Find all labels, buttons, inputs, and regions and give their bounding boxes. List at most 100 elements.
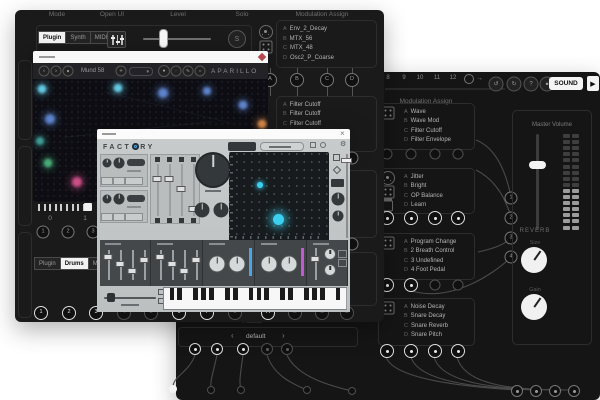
mini-fader-handle[interactable] <box>128 268 137 274</box>
fader-mute-button[interactable] <box>167 157 172 162</box>
channel-number[interactable]: 8 <box>386 75 389 81</box>
settings-icon[interactable]: ○ <box>195 66 206 77</box>
mini-fader-handle[interactable] <box>192 257 201 263</box>
channel-number[interactable]: 11 <box>434 75 440 81</box>
fader-track[interactable] <box>169 164 171 216</box>
fader-track[interactable] <box>157 164 159 216</box>
patch-port[interactable] <box>451 211 465 225</box>
fader-step-button[interactable] <box>155 218 160 223</box>
mini-fader-track[interactable] <box>196 250 198 280</box>
sound-button[interactable]: SOUND <box>549 77 583 90</box>
piano-keyboard[interactable] <box>163 287 347 310</box>
patch-port[interactable] <box>428 211 442 225</box>
module-knob-small[interactable] <box>103 159 112 168</box>
level-slider-track[interactable] <box>143 38 211 40</box>
patch-port[interactable] <box>451 344 465 358</box>
small-knob-1[interactable] <box>195 203 210 218</box>
black-key[interactable] <box>170 288 175 300</box>
env-knob-a[interactable] <box>209 256 226 273</box>
module-readout[interactable] <box>101 177 113 185</box>
add-icon[interactable]: + <box>116 66 127 77</box>
patch-port[interactable]: 2 <box>62 226 75 239</box>
mod-slot[interactable]: C3 Undefined <box>404 258 443 264</box>
mod-slot[interactable]: AProgram Change <box>404 239 456 245</box>
black-key[interactable] <box>280 288 285 300</box>
patch-port[interactable] <box>211 343 223 355</box>
out-fader-track[interactable] <box>315 248 317 280</box>
matrix-fader-handle[interactable] <box>341 158 352 163</box>
tab-plugin[interactable]: Plugin <box>38 31 65 44</box>
module-readout[interactable] <box>125 177 143 185</box>
solo-button[interactable]: S <box>228 30 246 48</box>
patch-port[interactable] <box>303 386 311 394</box>
out-toggle[interactable] <box>338 259 347 267</box>
mod-slot[interactable]: D4 Foot Pedal <box>404 267 445 273</box>
black-key[interactable] <box>257 288 262 300</box>
mod-slot[interactable]: BFilter Cutoff <box>283 111 321 117</box>
module-pill-button[interactable] <box>127 195 145 202</box>
module-readout[interactable] <box>113 177 125 185</box>
matrix-fader-track[interactable] <box>346 154 348 238</box>
channel-number[interactable]: 9 <box>402 75 405 81</box>
out-knob-2[interactable] <box>324 264 336 276</box>
module-knob[interactable] <box>114 194 125 205</box>
patch-port[interactable] <box>511 385 523 397</box>
module-knob-small[interactable] <box>103 195 112 204</box>
fader-mute-button[interactable] <box>191 157 196 162</box>
patch-port[interactable] <box>430 280 441 291</box>
black-key[interactable] <box>233 288 238 300</box>
patch-port[interactable] <box>530 385 542 397</box>
preset-prev-button[interactable]: ‹ <box>231 331 234 340</box>
black-key[interactable] <box>336 288 341 300</box>
edit-icon[interactable]: ✎ <box>183 66 194 77</box>
fader-mute-button[interactable] <box>155 157 160 162</box>
mod-slot[interactable]: AWave <box>404 109 426 115</box>
tab-plugin[interactable]: Plugin <box>34 257 60 270</box>
black-key[interactable] <box>288 288 293 300</box>
mod-slot[interactable]: AFilter Cutoff <box>283 102 321 108</box>
master-volume-slider-handle[interactable] <box>529 161 546 169</box>
patch-port[interactable]: D <box>345 73 359 87</box>
patch-port[interactable] <box>404 278 418 292</box>
sequencer-marker[interactable] <box>84 203 92 211</box>
mod-slot[interactable]: COP Balance <box>404 193 443 199</box>
patch-port[interactable]: 1 <box>37 226 50 239</box>
patch-port[interactable] <box>237 386 245 394</box>
mini-fader-handle[interactable] <box>140 257 149 263</box>
transport-button[interactable]: ↻ <box>507 77 522 92</box>
mini-fader-handle[interactable] <box>168 261 177 267</box>
mini-fader-handle[interactable] <box>116 261 125 267</box>
compare-icon[interactable]: · <box>171 66 182 77</box>
matrix-mode-icon[interactable] <box>333 154 340 161</box>
fader-handle[interactable] <box>153 176 162 182</box>
size-dropdown[interactable]: ▾ <box>129 67 153 76</box>
out-fader-handle[interactable] <box>311 256 320 262</box>
fader-handle[interactable] <box>165 176 174 182</box>
fader-mute-button[interactable] <box>179 157 184 162</box>
level-slider-handle[interactable] <box>159 29 168 48</box>
patch-port[interactable] <box>430 149 441 160</box>
patch-port[interactable] <box>428 344 442 358</box>
reverb-size-knob[interactable] <box>521 247 547 273</box>
patch-port[interactable]: C <box>320 73 334 87</box>
mod-slot[interactable]: BMTX_56 <box>283 36 312 42</box>
mini-fader-handle[interactable] <box>156 254 165 260</box>
black-key[interactable] <box>249 288 254 300</box>
patch-port[interactable]: 2 <box>62 306 76 320</box>
mini-fader-track[interactable] <box>144 250 146 280</box>
small-knob-2[interactable] <box>214 203 229 218</box>
patch-port[interactable] <box>453 149 464 160</box>
module-readout[interactable] <box>125 213 143 221</box>
mod-slot[interactable]: CFilter Cutoff <box>404 128 442 134</box>
transport-button[interactable]: ? <box>524 77 539 92</box>
mini-fader-handle[interactable] <box>104 254 113 260</box>
mod-slot[interactable]: B2 Breath Control <box>404 248 454 254</box>
matrix-node-small[interactable] <box>257 182 263 188</box>
env-knob-a[interactable] <box>261 256 278 273</box>
black-key[interactable] <box>225 288 230 300</box>
mod-slot[interactable]: CSnare Reverb <box>404 323 448 329</box>
patch-port[interactable] <box>404 344 418 358</box>
patch-port[interactable] <box>404 211 418 225</box>
aparillo-preset-name[interactable]: Mund 58 <box>81 68 104 74</box>
master-volume-slider-track[interactable] <box>536 134 539 230</box>
